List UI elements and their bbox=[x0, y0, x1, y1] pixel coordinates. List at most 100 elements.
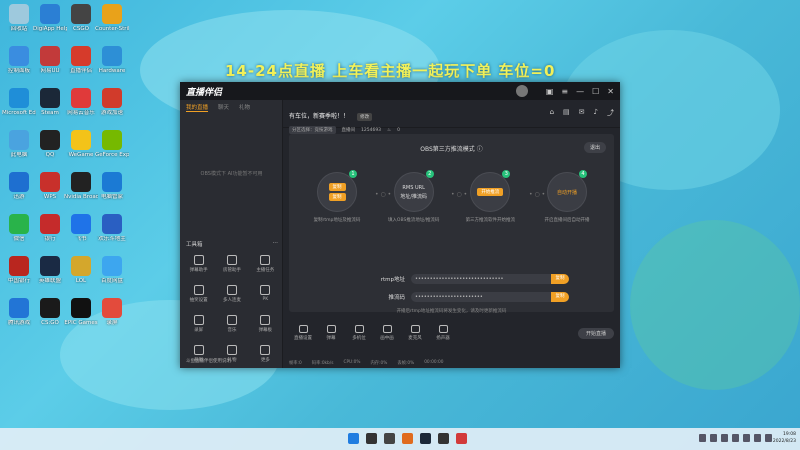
desktop-icon-label: 英雄联盟 bbox=[38, 278, 61, 284]
maximize-icon[interactable]: ☐ bbox=[592, 87, 599, 96]
clock[interactable]: 19:08 2022/8/23 bbox=[773, 431, 796, 445]
menu-icon[interactable]: ≡ bbox=[561, 87, 568, 96]
desktop-icon-label: 回收站 bbox=[10, 26, 28, 32]
desktop-icon[interactable]: LOL bbox=[64, 256, 98, 285]
more-icon[interactable]: ⋯ bbox=[273, 240, 279, 246]
avatar[interactable] bbox=[515, 85, 528, 97]
tab-chat[interactable]: 聊天 bbox=[218, 103, 229, 111]
desktop-icon[interactable]: DigiApp Helper bbox=[33, 4, 67, 33]
desktop-icon[interactable]: 迅游 bbox=[2, 172, 36, 201]
wifi-icon[interactable] bbox=[754, 434, 761, 442]
desktop-icon[interactable]: QQ bbox=[33, 130, 67, 159]
tool-item[interactable]: 多人连麦 bbox=[215, 285, 248, 303]
desktop-icon[interactable]: 游戏加速 bbox=[95, 88, 129, 117]
steam-icon[interactable] bbox=[420, 433, 431, 444]
status-item: CPU:0% bbox=[343, 360, 361, 365]
app-icon bbox=[9, 130, 29, 150]
tool-item[interactable]: 录屏 bbox=[182, 315, 215, 333]
tray-icon[interactable] bbox=[710, 434, 717, 442]
share-icon[interactable]: ⤴ bbox=[607, 108, 614, 118]
left-footer[interactable]: 斗鱼直播伴侣使用说明 bbox=[186, 358, 231, 364]
desktop-icon[interactable]: 腾讯游戏 bbox=[2, 298, 36, 327]
copy-key-button[interactable]: 复制 bbox=[551, 292, 569, 302]
copy-rtmp-button[interactable]: 复制 bbox=[551, 274, 569, 284]
exit-button[interactable]: 退出 bbox=[583, 142, 606, 153]
skin-icon[interactable]: ▣ bbox=[546, 87, 554, 96]
start-live-button[interactable]: 开始直播 bbox=[577, 327, 614, 339]
desktop-icon[interactable]: 飞书 bbox=[64, 214, 98, 243]
desktop-icon[interactable]: Hardware bbox=[95, 46, 129, 75]
shop-icon[interactable]: ⌂ bbox=[550, 108, 554, 118]
tool-item[interactable]: 弹幕助手 bbox=[182, 255, 215, 273]
tool-item[interactable]: 主播任务 bbox=[249, 255, 282, 273]
app-icon-2[interactable] bbox=[438, 433, 449, 444]
close-icon[interactable]: ✕ bbox=[607, 87, 614, 96]
netease-icon[interactable] bbox=[456, 433, 467, 444]
desktop-icon-label: Hardware bbox=[98, 68, 126, 74]
desktop-icon[interactable]: 欢乐斗地主 bbox=[95, 214, 129, 243]
tray-icon[interactable] bbox=[743, 434, 750, 442]
bell-icon[interactable]: ♪ bbox=[594, 108, 598, 118]
tool-item[interactable]: 抽奖设置 bbox=[182, 285, 215, 303]
minimize-icon[interactable]: — bbox=[576, 87, 584, 96]
bottom-tool[interactable]: 麦克风 bbox=[401, 325, 429, 341]
bottom-tool[interactable]: 多机位 bbox=[345, 325, 373, 341]
rtmp-field[interactable]: •••••••••••••••••••••••••••••• bbox=[411, 274, 551, 284]
edit-title-button[interactable]: 修改 bbox=[357, 113, 373, 121]
copy-pill[interactable]: 复制 bbox=[328, 193, 346, 201]
desktop-icon-label: 网易云音乐 bbox=[67, 110, 95, 116]
desktop-icon[interactable]: 网易UU bbox=[33, 46, 67, 75]
desktop-icon[interactable]: 录屏 bbox=[95, 298, 129, 327]
desktop-icon[interactable]: Counter-Strike GO bbox=[95, 4, 129, 33]
desktop-icon[interactable]: EPIC Games bbox=[64, 298, 98, 327]
tool-item[interactable]: PK bbox=[249, 285, 282, 303]
bag-icon[interactable]: ▤ bbox=[563, 108, 570, 118]
desktop-icon[interactable]: GeForce Experience bbox=[95, 130, 129, 159]
desktop-icon[interactable]: 电脑管家 bbox=[95, 172, 129, 201]
app-icon bbox=[9, 46, 29, 66]
app-icon-1[interactable] bbox=[402, 433, 413, 444]
copy-pill[interactable]: 复制 bbox=[328, 183, 346, 191]
tool-item[interactable]: 房管助手 bbox=[215, 255, 248, 273]
stream-key-field[interactable]: ••••••••••••••••••••••• bbox=[411, 292, 551, 302]
tray-icon[interactable] bbox=[721, 434, 728, 442]
desktop-icon[interactable]: 此电脑 bbox=[2, 130, 36, 159]
bottom-tool[interactable]: 扬声器 bbox=[429, 325, 457, 341]
desktop-icon[interactable]: 直播伴侣 bbox=[64, 46, 98, 75]
tool-icon bbox=[260, 285, 271, 295]
bottom-tool[interactable]: 直播设置 bbox=[289, 325, 317, 341]
room-label: 直播间 bbox=[341, 128, 356, 133]
desktop-icon[interactable]: WeGame bbox=[64, 130, 98, 159]
desktop-icon[interactable]: Steam bbox=[33, 88, 67, 117]
desktop-icon[interactable]: 中国银行 bbox=[2, 256, 36, 285]
desktop-icon[interactable]: 控制面板 bbox=[2, 46, 36, 75]
task-view-icon[interactable] bbox=[384, 433, 395, 444]
tool-item[interactable]: 更多 bbox=[249, 345, 282, 363]
gift-icon[interactable]: ✉ bbox=[579, 108, 585, 118]
search-icon[interactable] bbox=[366, 433, 377, 444]
desktop-icon[interactable]: 百度网盘 bbox=[95, 256, 129, 285]
bottom-tool[interactable]: 弹幕 bbox=[317, 325, 345, 341]
help-icon[interactable]: ⓘ bbox=[477, 146, 483, 153]
step-line: RMS URL bbox=[402, 184, 425, 191]
category-pill[interactable]: 分区选择：竞技游戏 bbox=[289, 126, 336, 134]
desktop-icon[interactable]: CS:GO bbox=[33, 298, 67, 327]
desktop-icon[interactable]: 回收站 bbox=[2, 4, 36, 33]
desktop-icon[interactable]: Nvidia Broadcast bbox=[64, 172, 98, 201]
desktop-icon[interactable]: Microsoft Edge bbox=[2, 88, 36, 117]
tab-my-live[interactable]: 我的直播 bbox=[186, 103, 209, 112]
desktop-icon[interactable]: WPS bbox=[33, 172, 67, 201]
tray-icon[interactable] bbox=[699, 434, 706, 442]
bottom-tool[interactable]: 画中画 bbox=[373, 325, 401, 341]
desktop-icon[interactable]: CSGO bbox=[64, 4, 98, 33]
desktop-icon[interactable]: 英雄联盟 bbox=[33, 256, 67, 285]
tool-item[interactable]: 音乐 bbox=[215, 315, 248, 333]
desktop-icon[interactable]: 网易云音乐 bbox=[64, 88, 98, 117]
desktop-icon[interactable]: 微信 bbox=[2, 214, 36, 243]
tray-icon[interactable] bbox=[732, 434, 739, 442]
tab-gifts[interactable]: 礼物 bbox=[239, 103, 250, 111]
windows-start-icon[interactable] bbox=[348, 433, 359, 444]
tool-item[interactable]: 弹幕板 bbox=[249, 315, 282, 333]
desktop-icon[interactable]: 银行 bbox=[33, 214, 67, 243]
volume-icon[interactable] bbox=[765, 434, 772, 442]
